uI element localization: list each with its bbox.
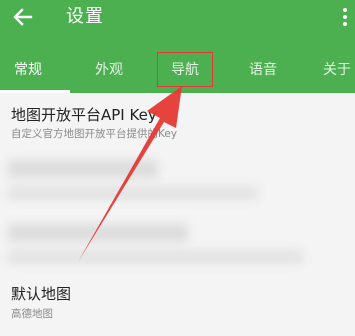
default-map-value: 高德地图 [11,308,53,320]
blurred-setting-title-2 [8,224,188,242]
annotation-highlight-box [157,52,213,87]
more-options-icon[interactable] [341,6,349,28]
tab-voice[interactable]: 语音 [249,60,277,80]
blurred-setting-title [8,160,158,178]
tab-appearance[interactable]: 外观 [95,60,123,80]
page-title: 设置 [66,6,104,27]
settings-screen: 设置 常规 外观 导航 语音 关于 地图开放平台API Key 自定义官方地图开… [0,0,355,336]
api-key-title: 地图开放平台API Key [11,106,157,124]
active-tab-indicator [0,90,70,93]
api-key-description: 自定义官方地图开放平台提供的Key [11,128,178,140]
tab-general[interactable]: 常规 [14,60,42,80]
tab-about[interactable]: 关于 [323,60,351,80]
default-map-title: 默认地图 [11,285,72,303]
back-arrow-icon[interactable] [10,4,36,30]
blurred-setting-desc-2 [8,250,303,264]
blurred-setting-desc [8,186,258,200]
